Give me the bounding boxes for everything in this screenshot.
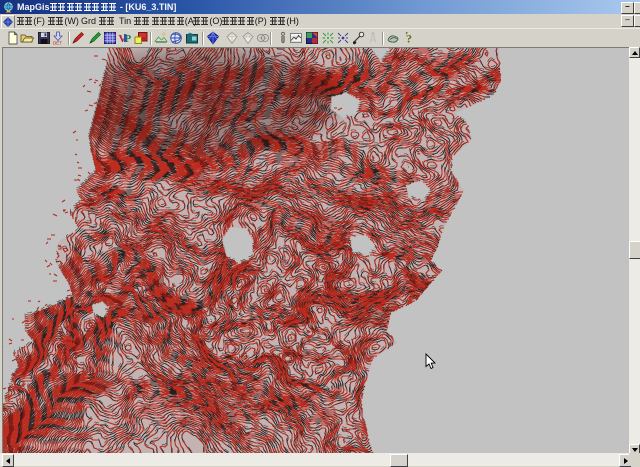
svg-text:DET: DET xyxy=(53,41,62,46)
